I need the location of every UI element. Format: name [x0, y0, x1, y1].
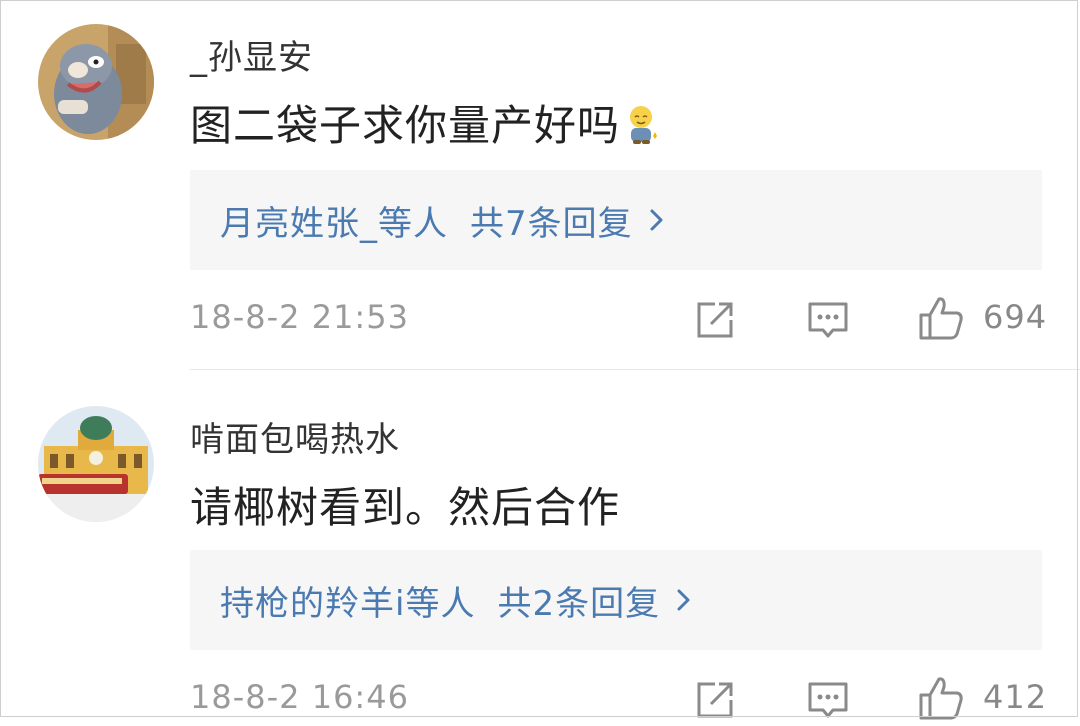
like-icon[interactable] — [917, 675, 965, 721]
reply-count[interactable]: 共2条回复 — [497, 576, 660, 625]
avatar[interactable] — [38, 406, 154, 522]
reply-users[interactable]: 月亮姓张_等人 — [220, 196, 448, 245]
reply-summary[interactable]: 月亮姓张_等人 共7条回复 — [190, 170, 1042, 270]
comment-icon[interactable] — [806, 298, 850, 342]
comment-text: 请椰树看到。然后合作 — [190, 483, 621, 532]
like-count: 694 — [983, 298, 1048, 336]
reply-count[interactable]: 共7条回复 — [470, 196, 633, 245]
comment-icon[interactable] — [806, 678, 850, 722]
timestamp: 18-8-2 21:53 — [190, 298, 409, 336]
username[interactable]: _孙显安 — [190, 30, 313, 79]
comment-item: 啃面包喝热水 请椰树看到。然后合作 持枪的羚羊i等人 共2条回复 18-8-2 … — [0, 370, 1080, 722]
share-icon[interactable] — [693, 298, 737, 342]
avatar[interactable] — [38, 24, 154, 140]
like-count: 412 — [983, 678, 1048, 716]
reply-summary[interactable]: 持枪的羚羊i等人 共2条回复 — [190, 550, 1042, 650]
comment-meta: 18-8-2 21:53 694 — [190, 295, 1048, 342]
reply-users[interactable]: 持枪的羚羊i等人 — [220, 576, 475, 625]
share-icon[interactable] — [693, 678, 737, 722]
chevron-right-icon — [674, 583, 694, 617]
comment-text: 图二袋子求你量产好吗 — [190, 92, 660, 153]
comment-item: _孙显安 图二袋子求你量产好吗 月亮姓张_等人 共7条回复 18-8-2 21:… — [0, 0, 1080, 370]
chevron-right-icon — [647, 203, 667, 237]
like-icon[interactable] — [917, 295, 965, 341]
timestamp: 18-8-2 16:46 — [190, 678, 409, 716]
comment-meta: 18-8-2 16:46 412 — [190, 675, 1048, 722]
username[interactable]: 啃面包喝热水 — [190, 412, 400, 461]
emoji-icon — [624, 104, 660, 146]
